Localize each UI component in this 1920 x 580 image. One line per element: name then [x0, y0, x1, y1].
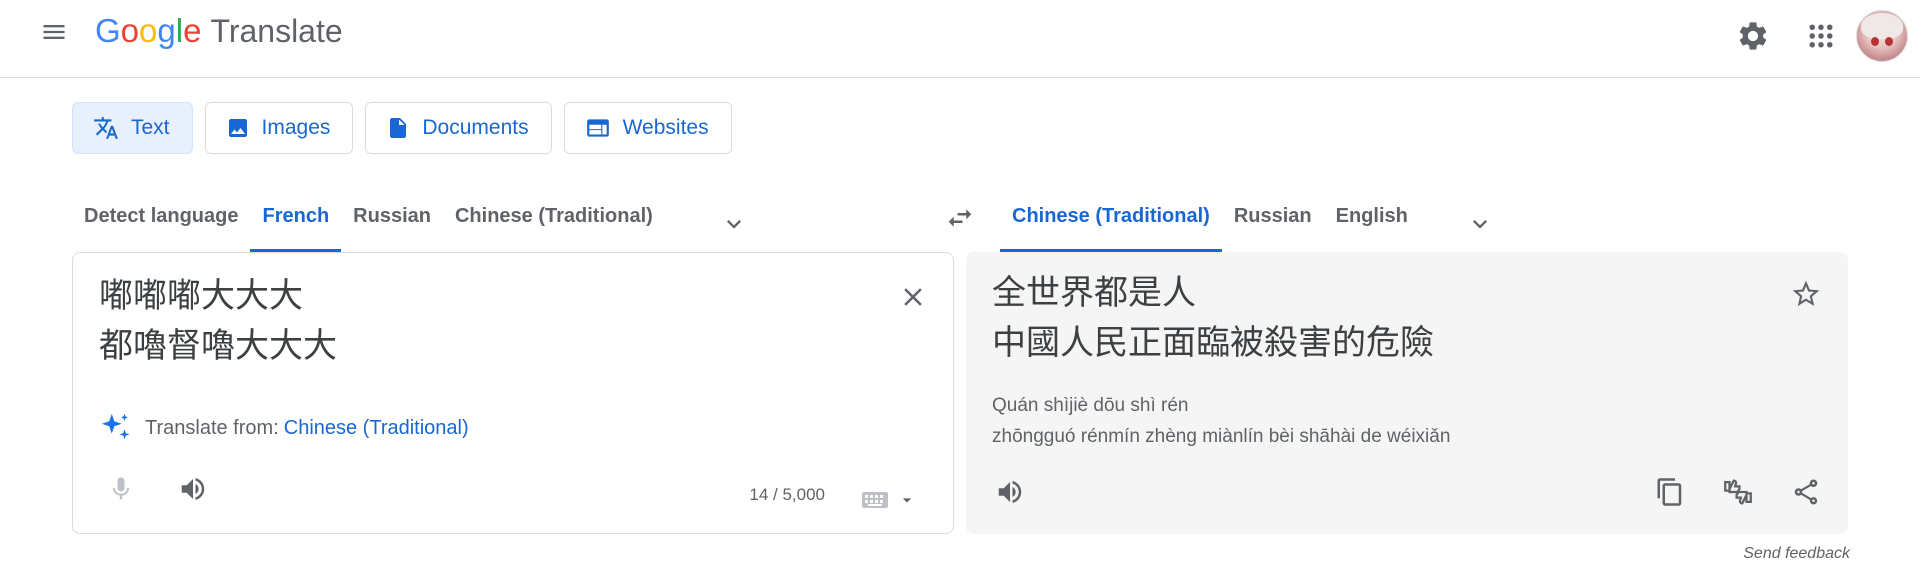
product-name: Translate — [210, 13, 343, 49]
sparkle-icon — [101, 413, 130, 440]
detect-language-link[interactable]: Chinese (Traditional) — [284, 417, 469, 440]
website-icon — [586, 119, 609, 137]
romanization: Quán shìjiè dōu shì rén zhōngguó rénmín … — [992, 390, 1450, 452]
chevron-down-icon — [727, 220, 741, 229]
share-translation-button[interactable] — [1782, 468, 1830, 516]
menu-icon — [43, 25, 65, 39]
star-outline-icon — [1792, 280, 1820, 306]
source-lang-chinese-traditional[interactable]: Chinese (Traditional) — [443, 192, 665, 252]
listen-translation-button[interactable] — [986, 468, 1034, 516]
mode-label: Websites — [622, 116, 709, 139]
apps-grid-icon — [1809, 24, 1833, 48]
swap-arrows-icon — [948, 209, 972, 227]
source-lang-french[interactable]: French — [250, 192, 341, 252]
google-apps-button[interactable] — [1797, 12, 1845, 60]
account-avatar[interactable] — [1856, 10, 1908, 62]
voice-input-button[interactable] — [97, 465, 145, 513]
mode-documents-button[interactable]: Documents — [365, 102, 552, 154]
speaker-icon — [181, 478, 205, 500]
logo-letter: o — [120, 12, 140, 49]
detected-language-suggestion: Translate from: Chinese (Traditional) — [99, 411, 469, 445]
target-language-tabs: Chinese (Traditional) Russian English — [1000, 192, 1420, 252]
send-feedback-link[interactable]: Send feedback — [1743, 545, 1850, 563]
logo-letter: e — [183, 12, 202, 49]
copy-icon — [1657, 478, 1682, 506]
keyboard-icon — [862, 492, 888, 508]
translation-line: 中國人民正面臨被殺害的危險 — [992, 324, 1434, 362]
speaker-icon — [998, 481, 1022, 503]
target-lang-english[interactable]: English — [1324, 192, 1420, 252]
share-icon — [1794, 479, 1818, 505]
logo-letter: l — [175, 12, 184, 49]
romanization-line: zhōngguó rénmín zhèng miànlín bèi shāhài… — [992, 426, 1451, 447]
source-language-tabs: Detect language French Russian Chinese (… — [72, 192, 665, 252]
translate-icon — [94, 117, 118, 139]
microphone-icon — [112, 477, 130, 500]
document-icon — [390, 118, 407, 138]
google-wordmark: Google — [95, 11, 201, 51]
translation-output-panel: 全世界都是人中國人民正面臨被殺害的危險 Quán shìjiè dōu shì … — [966, 252, 1848, 534]
source-text-line: 都嚕督嚕大大大 — [99, 327, 337, 365]
image-icon — [228, 119, 247, 137]
source-text-input[interactable]: 嘟嘟嘟大大大 都嚕督嚕大大大 — [99, 271, 337, 371]
copy-translation-button[interactable] — [1646, 468, 1694, 516]
input-tools-button[interactable] — [861, 489, 917, 511]
mode-websites-button[interactable]: Websites — [563, 102, 732, 154]
source-lang-detect[interactable]: Detect language — [72, 192, 250, 252]
caret-down-icon — [902, 498, 912, 503]
chevron-down-icon — [1473, 220, 1487, 229]
more-target-languages-button[interactable] — [1460, 204, 1500, 244]
rate-translation-button[interactable] — [1714, 468, 1762, 516]
mode-label: Images — [261, 116, 331, 139]
settings-button[interactable] — [1729, 12, 1777, 60]
main-menu-button[interactable] — [34, 12, 74, 52]
settings-gear-icon — [1739, 22, 1767, 50]
romanization-line: Quán shìjiè dōu shì rén — [992, 395, 1189, 416]
translation-mode-tabs: Text Images Documents Websites — [72, 102, 744, 154]
mode-label: Documents — [422, 116, 529, 139]
top-bar: Google Translate — [0, 0, 1920, 78]
listen-source-button[interactable] — [169, 465, 217, 513]
logo-letter: G — [95, 12, 121, 49]
target-lang-russian[interactable]: Russian — [1222, 192, 1324, 252]
character-count: 14 / 5,000 — [749, 485, 825, 504]
google-translate-logo[interactable]: Google Translate — [95, 11, 343, 51]
translation-text: 全世界都是人中國人民正面臨被殺害的危險 — [992, 268, 1434, 368]
detect-prefix: Translate from: — [145, 416, 279, 439]
logo-letter: o — [139, 12, 158, 49]
mode-text-button[interactable]: Text — [72, 102, 193, 154]
swap-languages-button[interactable] — [938, 196, 982, 240]
thumbs-up-down-icon — [1724, 479, 1752, 505]
more-source-languages-button[interactable] — [714, 204, 754, 244]
target-lang-chinese-traditional[interactable]: Chinese (Traditional) — [1000, 192, 1222, 252]
source-text-panel[interactable]: 嘟嘟嘟大大大 都嚕督嚕大大大 Translate from: Chinese (T… — [72, 252, 954, 534]
clear-source-button[interactable] — [891, 275, 935, 319]
source-lang-russian[interactable]: Russian — [341, 192, 443, 252]
logo-letter: g — [157, 12, 176, 49]
source-text-line: 嘟嘟嘟大大大 — [99, 277, 303, 315]
close-icon — [904, 288, 922, 306]
mode-label: Text — [131, 116, 170, 139]
mode-images-button[interactable]: Images — [204, 102, 354, 154]
save-translation-button[interactable] — [1782, 270, 1830, 318]
translation-line: 全世界都是人 — [992, 274, 1196, 312]
